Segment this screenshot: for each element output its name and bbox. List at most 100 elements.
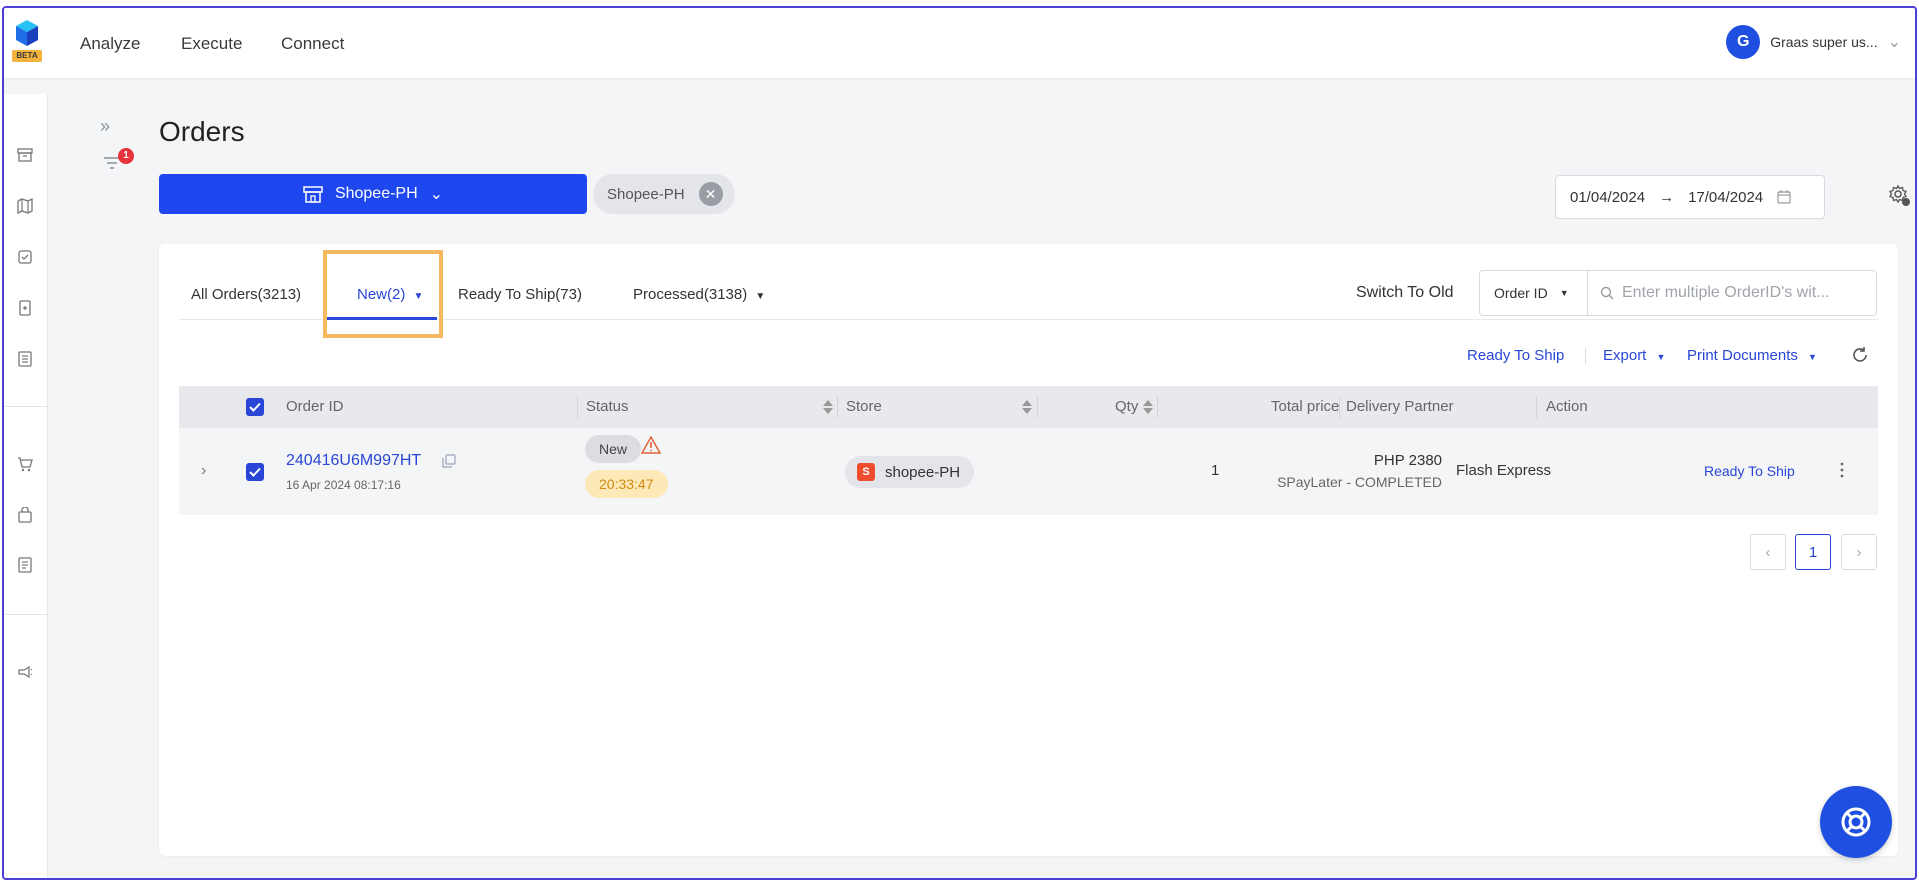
search-field-select[interactable]: Order ID ▼	[1480, 271, 1588, 315]
quantity: 1	[1211, 462, 1220, 479]
payment-status: SPayLater - COMPLETED	[1277, 474, 1442, 490]
caret-down-icon: ▼	[1808, 352, 1817, 362]
shopping-bag-icon[interactable]	[16, 506, 34, 524]
column-header-order-id: Order ID	[286, 398, 344, 415]
order-search: Order ID ▼	[1479, 270, 1877, 316]
store-name: shopee-PH	[885, 463, 961, 481]
settings-gear-icon[interactable]	[1888, 184, 1912, 208]
pagination-next-button[interactable]: ›	[1841, 534, 1877, 570]
filter-count-badge: 1	[118, 148, 134, 164]
megaphone-icon[interactable]	[16, 663, 34, 681]
pagination-page-1[interactable]: 1	[1795, 534, 1831, 570]
calendar-icon	[1777, 190, 1791, 204]
ready-to-ship-button[interactable]: Ready To Ship	[1704, 463, 1795, 479]
tab-all-orders[interactable]: All Orders(3213)	[191, 286, 301, 303]
copy-icon[interactable]	[442, 454, 456, 468]
sla-timer-badge: 20:33:47	[585, 470, 668, 498]
column-divider	[1157, 396, 1158, 418]
left-sidebar	[4, 94, 48, 878]
page-title: Orders	[159, 116, 245, 147]
avatar: G	[1726, 25, 1761, 59]
search-field-label: Order ID	[1494, 285, 1548, 301]
highlight-annotation-box	[323, 250, 443, 338]
more-vertical-icon[interactable]	[1839, 460, 1845, 480]
user-menu[interactable]: G Graas super us... ⌄	[1726, 24, 1901, 60]
bulk-ready-to-ship-button[interactable]: Ready To Ship	[1467, 347, 1564, 364]
column-header-delivery-partner: Delivery Partner	[1346, 398, 1454, 415]
export-button[interactable]: Export ▼	[1603, 347, 1665, 364]
tab-processed-label: Processed(3138)	[633, 286, 748, 303]
table-row: › 240416U6M997HT 16 Apr 2024 08:17:16 Ne…	[179, 428, 1878, 515]
sort-icon[interactable]	[822, 398, 834, 416]
print-documents-button[interactable]: Print Documents ▼	[1687, 347, 1817, 364]
column-divider	[1536, 396, 1537, 418]
chevron-right-icon[interactable]: ›	[201, 462, 206, 480]
column-header-total-price: Total price	[1271, 398, 1340, 415]
chevron-down-icon: ⌄	[429, 186, 444, 203]
store-icon	[303, 186, 323, 203]
row-checkbox[interactable]	[246, 463, 264, 481]
shopee-icon: S	[857, 463, 875, 481]
sidebar-divider	[4, 614, 48, 615]
nav-connect[interactable]: Connect	[281, 34, 344, 54]
column-divider	[837, 396, 838, 418]
beta-badge: BETA	[12, 50, 42, 62]
column-divider	[1339, 396, 1340, 418]
pagination-prev-button[interactable]: ‹	[1750, 534, 1786, 570]
order-id-link[interactable]: 240416U6M997HT	[286, 452, 421, 470]
date-start: 01/04/2024	[1570, 188, 1646, 206]
sidebar-divider	[4, 406, 48, 407]
print-documents-label: Print Documents	[1687, 347, 1798, 364]
store-chip-label: Shopee-PH	[607, 185, 685, 203]
delivery-partner: Flash Express	[1456, 462, 1552, 479]
report-icon[interactable]	[16, 556, 34, 574]
nav-analyze[interactable]: Analyze	[80, 34, 140, 54]
user-name: Graas super us...	[1770, 34, 1878, 50]
column-header-qty: Qty	[1115, 398, 1139, 415]
support-chat-button[interactable]	[1820, 786, 1892, 858]
caret-down-icon: ▼	[1559, 288, 1569, 298]
cart-icon[interactable]	[16, 455, 34, 473]
column-header-store: Store	[846, 398, 882, 415]
close-icon[interactable]: ✕	[698, 182, 723, 206]
document-add-icon[interactable]	[16, 299, 34, 317]
column-header-status: Status	[586, 398, 629, 415]
app-window: BETA Analyze Execute Connect G Graas sup…	[2, 6, 1917, 880]
expand-sidebar-icon[interactable]: »	[100, 116, 110, 137]
search-input[interactable]	[1614, 271, 1876, 315]
column-header-action: Action	[1546, 398, 1588, 415]
archive-icon[interactable]	[16, 146, 34, 164]
order-date: 16 Apr 2024 08:17:16	[286, 478, 401, 492]
list-document-icon[interactable]	[16, 350, 34, 368]
store-badge: S shopee-PH	[845, 456, 975, 488]
checklist-icon[interactable]	[16, 248, 34, 266]
tab-ready-to-ship[interactable]: Ready To Ship(73)	[458, 286, 582, 303]
total-price: PHP 2380	[1373, 452, 1442, 469]
app-logo[interactable]: BETA	[12, 18, 44, 64]
orders-panel: All Orders(3213) New(2) ▼ Ready To Ship(…	[159, 244, 1898, 856]
refresh-icon[interactable]	[1850, 345, 1870, 365]
toolbar-divider	[1585, 348, 1586, 364]
store-filter-chip: Shopee-PH ✕	[593, 174, 735, 214]
status-badge: New	[585, 435, 642, 463]
store-selector-label: Shopee-PH	[334, 185, 418, 202]
table-header: Order ID Status Store Qty Total price De…	[179, 386, 1878, 428]
warning-icon	[641, 436, 661, 454]
chevron-down-icon: ⌄	[1887, 34, 1901, 51]
map-icon[interactable]	[16, 197, 34, 215]
select-all-checkbox[interactable]	[246, 398, 264, 416]
store-selector-button[interactable]: Shopee-PH ⌄	[159, 174, 587, 214]
switch-to-old-link[interactable]: Switch To Old	[1356, 284, 1454, 302]
caret-down-icon: ▼	[1656, 352, 1666, 362]
logo-cube-icon	[16, 20, 38, 46]
lifebuoy-icon	[1841, 807, 1871, 837]
column-divider	[1037, 396, 1038, 418]
date-end: 17/04/2024	[1688, 188, 1764, 206]
caret-down-icon: ▼	[755, 291, 766, 302]
column-divider	[577, 396, 578, 418]
sort-icon[interactable]	[1021, 398, 1033, 416]
nav-execute[interactable]: Execute	[181, 34, 242, 54]
sort-icon[interactable]	[1142, 398, 1154, 416]
date-range-picker[interactable]: 01/04/2024 → 17/04/2024	[1555, 175, 1825, 219]
tab-processed[interactable]: Processed(3138) ▼	[633, 286, 765, 303]
